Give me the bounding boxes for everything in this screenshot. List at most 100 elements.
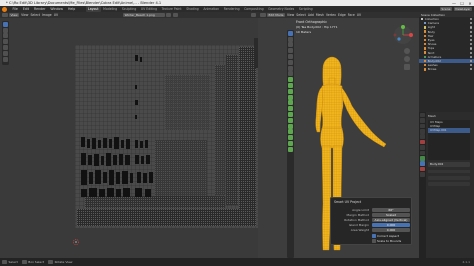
annotate-tool-icon[interactable]	[288, 65, 293, 71]
shrink-tool-icon[interactable]	[288, 135, 293, 141]
uv-menu-view[interactable]: View	[21, 13, 28, 17]
visibility-eye-icon[interactable]	[469, 51, 472, 54]
uv-editor-area[interactable]	[0, 18, 258, 258]
viewlayer-selector[interactable]: ViewLayer	[453, 6, 472, 12]
uv-menu-select[interactable]: Select	[30, 13, 40, 17]
zoom-icon[interactable]	[404, 48, 410, 54]
viewport-menu-vertex[interactable]: Vertex	[326, 13, 336, 17]
navigation-gizmo-icon[interactable]	[392, 24, 414, 46]
active-list-item-field[interactable]: Body.002	[428, 162, 470, 167]
scale-tool-icon[interactable]	[288, 53, 293, 59]
tool-properties-icon[interactable]	[420, 112, 425, 118]
viewport-menu-select[interactable]: Select	[296, 13, 306, 17]
image-name-field[interactable]: Winter_Beach 1.png	[123, 12, 166, 18]
scale-tool-icon[interactable]	[3, 44, 8, 50]
uv-overlay-icon[interactable]	[251, 12, 256, 18]
edge-slide-tool-icon[interactable]	[288, 129, 293, 135]
outliner-item-type-icon	[424, 59, 427, 63]
smooth-tool-icon[interactable]	[288, 123, 293, 129]
uv-menu-image[interactable]: Image	[42, 13, 52, 17]
rotation-method-dropdown[interactable]: Axis-aligned (Vertical)	[372, 217, 410, 222]
poly-build-tool-icon[interactable]	[288, 111, 293, 117]
viewport-menu-add[interactable]: Add	[308, 13, 314, 17]
properties-row[interactable]	[428, 182, 470, 186]
uv-menu-uv[interactable]: UV	[54, 13, 58, 17]
select-box-tool-icon[interactable]	[288, 30, 293, 36]
shear-tool-icon[interactable]	[288, 140, 293, 146]
rotate-tool-icon[interactable]	[288, 48, 293, 54]
visibility-eye-icon[interactable]	[469, 18, 472, 21]
visibility-eye-icon[interactable]	[469, 26, 472, 29]
texture-properties-icon[interactable]	[420, 172, 425, 177]
viewport-menu-edge[interactable]: Edge	[338, 13, 346, 17]
object-properties-icon[interactable]	[420, 145, 425, 150]
visibility-eye-icon[interactable]	[469, 55, 472, 58]
material-properties-icon[interactable]	[420, 166, 425, 172]
spin-tool-icon[interactable]	[288, 117, 293, 123]
pan-icon[interactable]	[404, 56, 410, 62]
rotate-tool-icon[interactable]	[3, 39, 8, 45]
visibility-eye-icon[interactable]	[469, 68, 472, 71]
scene-properties-icon[interactable]	[420, 134, 425, 139]
move-tool-icon[interactable]	[288, 42, 293, 48]
transform-tool-icon[interactable]	[3, 50, 8, 56]
island-margin-field[interactable]: 0.000	[372, 222, 410, 227]
new-image-icon[interactable]	[166, 12, 172, 18]
rip-tool-icon[interactable]	[288, 146, 293, 152]
knife-tool-icon[interactable]	[288, 106, 293, 112]
properties-row[interactable]	[428, 176, 470, 180]
visibility-eye-icon[interactable]	[469, 47, 472, 50]
list-item-selected[interactable]: UVMap.001	[428, 128, 470, 133]
uv-mode-dropdown[interactable]: View	[9, 12, 20, 18]
viewport-menu-mesh[interactable]: Mesh	[316, 13, 324, 17]
visibility-eye-icon[interactable]	[469, 64, 472, 67]
scene-selector[interactable]: Scene	[439, 6, 453, 12]
visibility-eye-icon[interactable]	[469, 30, 472, 33]
view-layer-properties-icon[interactable]	[420, 129, 425, 134]
inset-tool-icon[interactable]	[288, 88, 293, 94]
3d-cursor-tool-icon[interactable]	[288, 36, 293, 42]
angle-limit-field[interactable]: 66°	[372, 207, 410, 212]
select-tool-icon[interactable]	[3, 21, 8, 27]
measure-tool-icon[interactable]	[288, 71, 293, 77]
add-cube-tool-icon[interactable]	[288, 77, 293, 83]
mesh-data-properties-icon[interactable]	[420, 161, 425, 166]
visibility-eye-icon[interactable]	[469, 59, 472, 63]
modifier-properties-icon[interactable]	[420, 150, 425, 156]
annotate-tool-icon[interactable]	[3, 56, 8, 62]
viewport-menu-uv[interactable]: UV	[357, 13, 361, 17]
output-properties-icon[interactable]	[420, 123, 425, 129]
redo-panel-title[interactable]: Smart UV Project	[334, 200, 361, 204]
data-properties-icon[interactable]	[420, 156, 425, 161]
move-tool-icon[interactable]	[3, 33, 8, 39]
object-mode-dropdown[interactable]: Edit Mode	[267, 12, 285, 18]
margin-method-dropdown[interactable]: Scaled	[372, 212, 410, 217]
render-properties-icon[interactable]	[420, 118, 425, 123]
visibility-eye-icon[interactable]	[469, 22, 472, 25]
blender-logo-icon[interactable]	[2, 6, 7, 12]
viewport-menu-face[interactable]: Face	[348, 13, 355, 17]
outliner-scene-collection[interactable]: Scene Collection	[421, 13, 445, 17]
correct-aspect-checkbox[interactable]	[372, 234, 376, 238]
world-properties-icon[interactable]	[420, 139, 425, 145]
viewport-menu-view[interactable]: View	[287, 13, 294, 17]
cursor-tool-icon[interactable]	[3, 27, 8, 33]
bevel-tool-icon[interactable]	[288, 94, 293, 100]
viewport-editor-type-icon[interactable]	[259, 12, 266, 18]
status-box-select: Box Select	[28, 260, 45, 264]
open-image-icon[interactable]	[172, 12, 178, 18]
uv-cursor-icon[interactable]	[72, 238, 80, 246]
loop-cut-tool-icon[interactable]	[288, 100, 293, 106]
editor-type-icon[interactable]	[1, 12, 8, 18]
visibility-eye-icon[interactable]	[469, 43, 472, 46]
outliner-item-label: Brows	[427, 67, 437, 72]
visibility-eye-icon[interactable]	[469, 34, 472, 37]
area-weight-field[interactable]: 0.000	[372, 227, 410, 232]
scale-to-bounds-checkbox[interactable]	[372, 239, 376, 243]
camera-view-icon[interactable]	[404, 64, 410, 70]
extrude-tool-icon[interactable]	[288, 82, 293, 88]
visibility-eye-icon[interactable]	[469, 38, 472, 42]
transform-tool-icon[interactable]	[288, 59, 293, 65]
outliner-item[interactable]: Brows	[419, 67, 474, 71]
uv-layout-canvas[interactable]	[75, 45, 258, 228]
